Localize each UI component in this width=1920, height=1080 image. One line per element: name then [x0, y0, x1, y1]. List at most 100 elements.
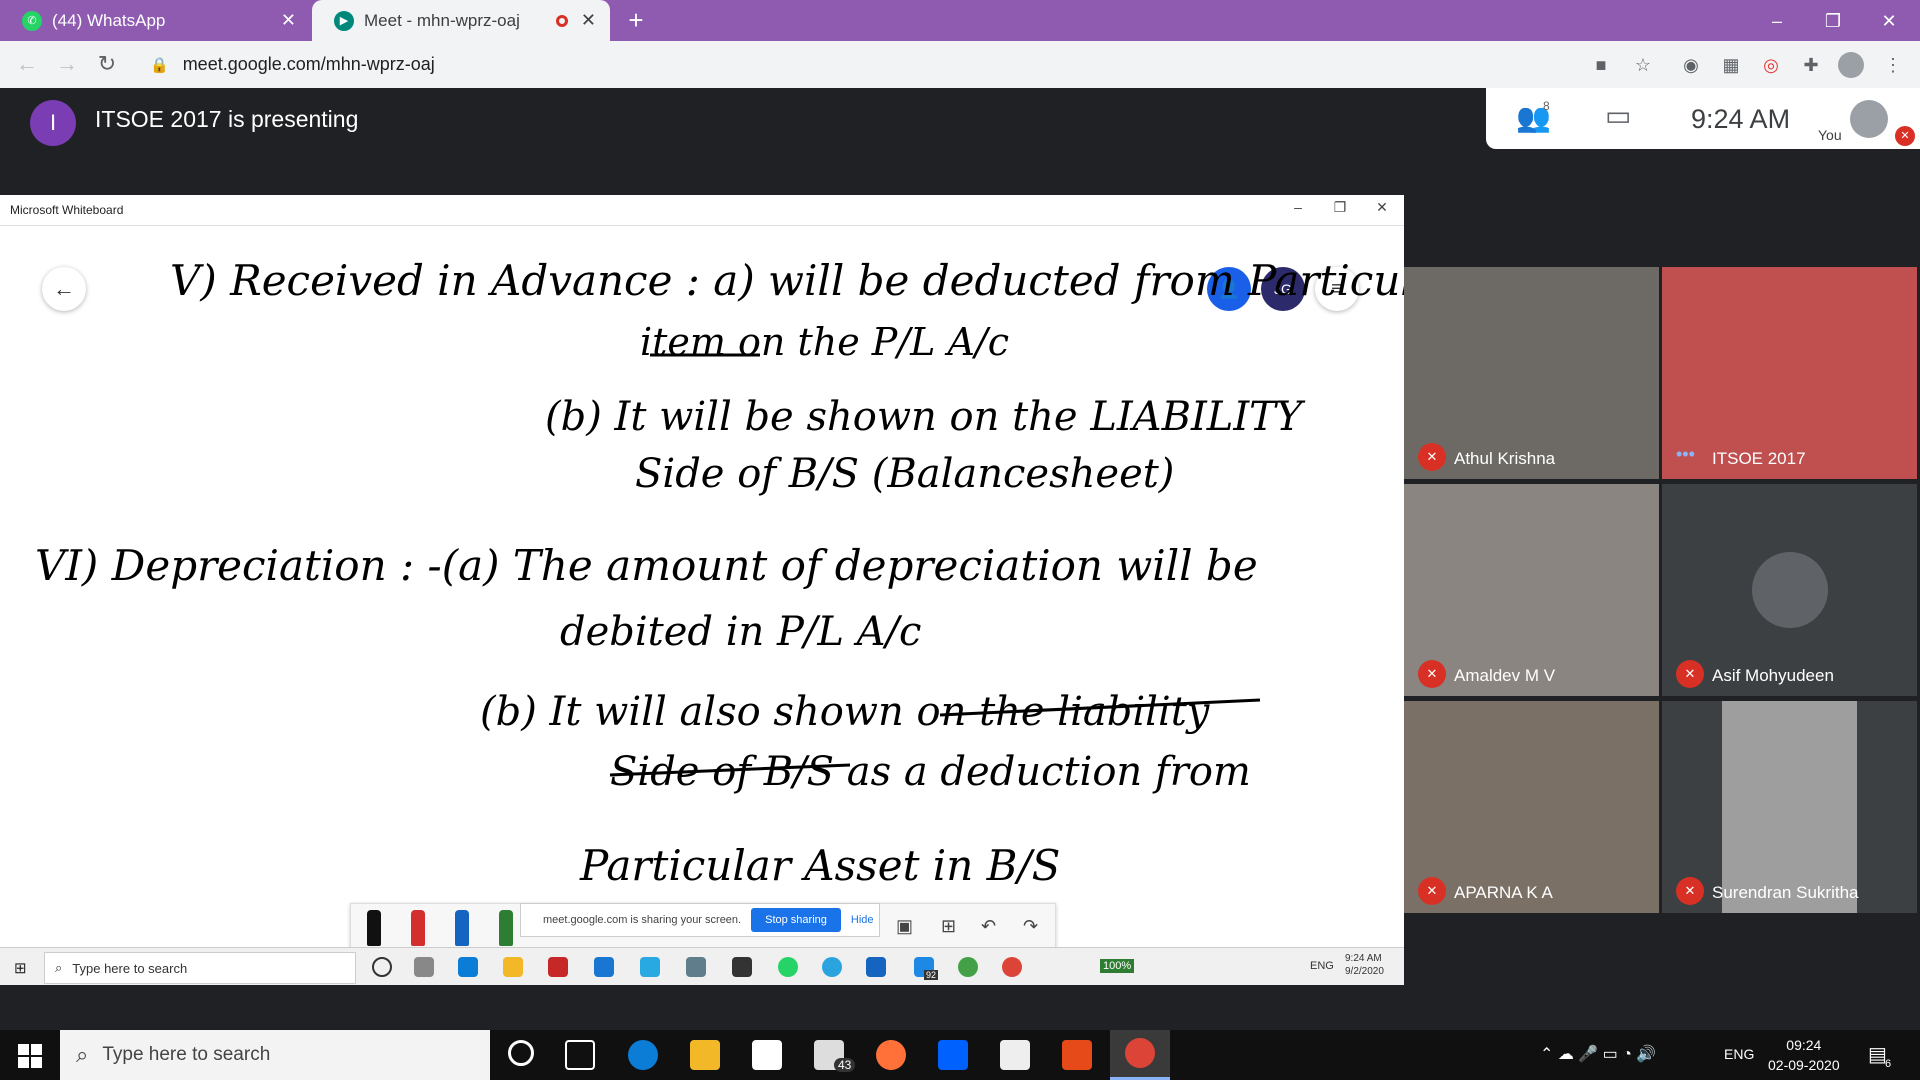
language-indicator[interactable]: ENG [1724, 1046, 1754, 1062]
red-pen-icon[interactable] [411, 910, 425, 946]
chrome-icon [1125, 1038, 1155, 1068]
minimize-button[interactable]: – [1754, 4, 1800, 38]
extension-icon[interactable]: ◉ [1678, 52, 1704, 78]
whatsapp-icon[interactable] [778, 957, 798, 977]
black-pen-icon[interactable] [367, 910, 381, 946]
taskbar-date: 9/2/2020 [1345, 966, 1384, 977]
mail-badge: 92 [924, 970, 939, 980]
restore-button[interactable]: ❐ [1810, 4, 1856, 38]
participant-tile[interactable]: ••• ITSOE 2017 [1662, 267, 1917, 479]
profile-avatar[interactable] [1838, 52, 1864, 78]
address-bar[interactable]: 🔒 meet.google.com/mhn-wprz-oaj [140, 46, 1585, 83]
close-icon[interactable]: ✕ [281, 10, 296, 31]
tab-whatsapp[interactable]: ✆ (44) WhatsApp ✕ [0, 0, 310, 41]
chat-icon[interactable]: ▭ [1605, 99, 1631, 132]
amazon-icon[interactable] [1000, 1040, 1030, 1070]
add-icon[interactable]: ⊞ [941, 916, 956, 937]
presenting-title: ITSOE 2017 is presenting [95, 106, 359, 132]
participant-name: APARNA K A [1454, 883, 1553, 902]
blue-pen-icon[interactable] [455, 910, 469, 946]
meeting-clock: 9:24 AM [1691, 104, 1791, 134]
undo-icon[interactable]: ↶ [981, 916, 996, 937]
screen-share-banner: meet.google.com is sharing your screen. … [520, 903, 880, 937]
self-video-thumbnail[interactable] [1850, 100, 1888, 138]
file-explorer-icon[interactable] [690, 1040, 720, 1070]
mic-off-icon: ✕ [1418, 443, 1446, 471]
close-window-button[interactable]: ✕ [1370, 199, 1394, 216]
file-explorer-icon[interactable] [503, 957, 523, 977]
cortana-icon[interactable] [508, 1040, 534, 1066]
shared-screen: Microsoft Whiteboard – ❐ ✕ ← 👤 JG ≡ V) R… [0, 195, 1404, 985]
stop-sharing-button[interactable]: Stop sharing [751, 908, 841, 932]
taskbar-search[interactable]: ⌕ Type here to search [60, 1030, 490, 1080]
chrome-icon[interactable] [1002, 957, 1022, 977]
edge-icon[interactable] [458, 957, 478, 977]
dropbox-icon[interactable] [938, 1040, 968, 1070]
office-icon[interactable] [1062, 1040, 1092, 1070]
close-window-button[interactable]: ✕ [1866, 4, 1912, 38]
green-pen-icon[interactable] [499, 910, 513, 946]
search-icon: ⌕ [76, 1042, 89, 1067]
new-tab-button[interactable]: + [622, 6, 650, 34]
whatsapp-icon: ✆ [22, 10, 42, 31]
taskbar-search[interactable]: ⌕ Type here to search [44, 952, 356, 984]
whiteboard-canvas[interactable]: V) Received in Advance : a) will be dedu… [0, 225, 1404, 905]
telegram-icon[interactable] [822, 957, 842, 977]
store-icon[interactable] [732, 957, 752, 977]
whiteboard-icon[interactable] [866, 957, 886, 977]
mic-off-icon: ✕ [1418, 660, 1446, 688]
participant-tile[interactable]: ✕ Athul Krishna [1404, 267, 1659, 479]
tray-icons[interactable]: ⌃ ☁ 🎤 ▭ ◔ 🔊 [1540, 1044, 1656, 1064]
mic-off-icon: ✕ [1895, 126, 1915, 146]
taskbar-clock[interactable]: 09:24 02-09-2020 [1768, 1035, 1840, 1075]
tab-label: (44) WhatsApp [52, 10, 166, 30]
redo-icon[interactable]: ↷ [1023, 916, 1038, 937]
app-icon[interactable] [640, 957, 660, 977]
windows-start-icon[interactable]: ⊞ [14, 959, 27, 977]
tab-label: Meet - mhn-wprz-oaj [364, 10, 520, 30]
participant-name: ITSOE 2017 [1712, 449, 1806, 468]
puzzle-icon[interactable]: ✚ [1798, 52, 1824, 78]
kebab-menu-icon[interactable]: ⋮ [1880, 52, 1906, 78]
battery-percent: 100% [1100, 959, 1135, 973]
mail-icon[interactable] [594, 957, 614, 977]
participant-tile[interactable]: ✕ Asif Mohyudeen [1662, 484, 1917, 696]
chrome-taskbar-button[interactable] [1110, 1030, 1170, 1080]
task-view-icon[interactable] [414, 957, 434, 977]
store-icon[interactable] [752, 1040, 782, 1070]
ink-line: Side of B/S (Balancesheet) [635, 451, 1174, 497]
participant-name: Amaldev M V [1454, 666, 1556, 685]
back-icon[interactable]: ← [12, 49, 42, 79]
search-icon: ⌕ [55, 960, 63, 975]
tab-meet[interactable]: ▶ Meet - mhn-wprz-oaj ✕ [312, 0, 610, 41]
extension-icon[interactable]: ▦ [1718, 52, 1744, 78]
minimize-button[interactable]: – [1286, 199, 1310, 215]
speaking-icon: ••• [1676, 444, 1695, 464]
extension-icon[interactable]: ◎ [1758, 52, 1784, 78]
image-icon[interactable]: ▣ [896, 916, 913, 937]
restore-button[interactable]: ❐ [1328, 199, 1352, 216]
participant-avatar [1752, 552, 1828, 628]
ink-line: VI) Depreciation : -(a) The amount of de… [35, 541, 1258, 590]
firefox-icon[interactable] [876, 1040, 906, 1070]
forward-icon[interactable]: → [52, 49, 82, 79]
camera-icon[interactable] [686, 957, 706, 977]
participant-tile[interactable]: ✕ Surendran Sukritha [1662, 701, 1917, 913]
task-view-icon[interactable] [565, 1040, 595, 1070]
participant-video [1722, 701, 1857, 913]
cortana-icon[interactable] [372, 957, 392, 977]
participant-tile[interactable]: ✕ APARNA K A [1404, 701, 1659, 913]
mcafee-icon[interactable] [548, 957, 568, 977]
participant-tile[interactable]: ✕ Amaldev M V [1404, 484, 1659, 696]
close-icon[interactable]: ✕ [581, 10, 596, 31]
utorrent-icon[interactable] [958, 957, 978, 977]
reload-icon[interactable]: ↻ [92, 49, 122, 79]
star-icon[interactable]: ☆ [1630, 52, 1656, 78]
ink-line: (b) It will be shown on the LIABILITY [545, 394, 1306, 440]
windows-start-icon[interactable] [18, 1044, 42, 1068]
url-text: meet.google.com/mhn-wprz-oaj [182, 54, 435, 74]
hide-button[interactable]: Hide [851, 914, 874, 926]
edge-icon[interactable] [628, 1040, 658, 1070]
ink-line: item on the P/L A/c [640, 320, 1009, 364]
camera-icon[interactable]: ■ [1588, 52, 1614, 78]
